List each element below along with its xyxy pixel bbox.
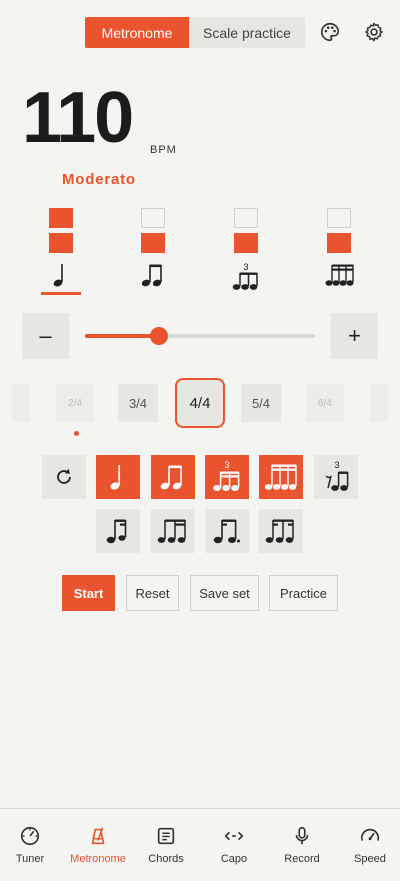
tempo-marking: Moderato (62, 171, 136, 188)
save-set-button[interactable]: Save set (190, 575, 259, 611)
accent-square[interactable] (327, 208, 351, 228)
time-signature-partial[interactable] (12, 384, 30, 422)
beat-square[interactable] (49, 233, 73, 253)
nav-capo[interactable]: Capo (201, 809, 267, 881)
bpm-unit-label: BPM (150, 144, 177, 156)
tuner-icon (20, 826, 40, 846)
rhythm-triplet[interactable]: 3 (205, 455, 249, 499)
rhythm-sixteenths[interactable] (259, 455, 303, 499)
tempo-slider-thumb[interactable] (149, 327, 168, 345)
start-button[interactable]: Start (62, 575, 115, 611)
chords-icon (157, 827, 175, 845)
time-signature-6-4[interactable]: 6/4 (306, 384, 344, 422)
beat-square[interactable] (234, 233, 258, 253)
loop-button[interactable] (42, 455, 86, 499)
selected-subdivision-indicator (41, 292, 81, 295)
time-signature-partial[interactable] (370, 384, 388, 422)
mode-switch: Metronome Scale practice (85, 17, 305, 48)
time-signature-5-4[interactable]: 5/4 (241, 384, 281, 422)
beat-column-eighths[interactable] (141, 208, 167, 258)
quarter-note-icon (110, 465, 121, 490)
nav-label: Chords (148, 853, 184, 865)
rhythm-eighth-two-sixteenths[interactable] (151, 509, 195, 553)
gear-icon[interactable] (363, 21, 385, 43)
rhythm-sixteenth-eighth-sixteenth[interactable] (259, 509, 303, 553)
sixteenth-eighth-sixteenth-icon (265, 519, 294, 543)
beat-column-quarter[interactable] (49, 208, 75, 258)
eighth-notes-icon (160, 465, 182, 490)
microphone-icon (295, 826, 309, 845)
beat-square[interactable] (327, 233, 351, 253)
tempo-slider-fill (85, 334, 159, 338)
time-signature-4-4[interactable]: 4/4 (175, 378, 225, 428)
rhythm-triplet-rest[interactable]: 3 (314, 455, 358, 499)
eighth-two-sixteenths-icon (157, 519, 186, 543)
beat-column-triplet[interactable] (234, 208, 260, 258)
nav-chords[interactable]: Chords (133, 809, 199, 881)
accent-square[interactable] (141, 208, 165, 228)
speed-icon (360, 828, 380, 841)
bpm-value: 110 (22, 78, 134, 158)
accent-square[interactable] (49, 208, 73, 228)
rhythm-eighth-rest-eighth[interactable] (96, 509, 140, 553)
triplet-rest-icon: 3 (325, 460, 349, 491)
time-signature-2-4[interactable]: 2/4 (56, 384, 94, 422)
nav-label: Capo (220, 853, 248, 865)
nav-metronome[interactable]: Metronome (65, 809, 131, 881)
time-signature-3-4[interactable]: 3/4 (118, 384, 158, 422)
svg-text:3: 3 (334, 460, 339, 470)
nav-tuner[interactable]: Tuner (0, 809, 63, 881)
nav-label: Speed (354, 853, 386, 865)
sixteenth-notes-icon[interactable] (325, 262, 355, 288)
nav-label: Metronome (70, 853, 126, 865)
beat-square[interactable] (141, 233, 165, 253)
eighth-rest-eighth-icon (106, 519, 127, 544)
tab-metronome[interactable]: Metronome (85, 17, 189, 48)
palette-icon[interactable] (319, 21, 341, 43)
rhythm-dotted-eighth-sixteenth[interactable] (205, 509, 249, 553)
metronome-icon (91, 827, 105, 845)
scroll-position-dot (74, 431, 79, 436)
triplet-icon[interactable]: 3 (232, 262, 260, 292)
nav-label: Tuner (15, 853, 45, 865)
rhythm-quarter[interactable] (96, 455, 140, 499)
rhythm-eighths[interactable] (151, 455, 195, 499)
tab-scale-practice[interactable]: Scale practice (189, 17, 305, 48)
beat-column-sixteenths[interactable] (327, 208, 353, 258)
loop-icon (57, 468, 71, 484)
nav-speed[interactable]: Speed (337, 809, 400, 881)
practice-button[interactable]: Practice (269, 575, 338, 611)
nav-label: Record (284, 853, 320, 865)
eighth-notes-icon[interactable] (141, 262, 165, 288)
bottom-navigation: Tuner Metronome Chords Capo Record Speed (0, 808, 400, 881)
sixteenth-notes-icon (264, 464, 297, 490)
quarter-note-icon[interactable] (52, 262, 70, 288)
reset-button[interactable]: Reset (126, 575, 179, 611)
decrease-tempo-button[interactable]: – (22, 313, 69, 359)
nav-record[interactable]: Record (269, 809, 335, 881)
increase-tempo-button[interactable]: + (331, 313, 378, 359)
accent-square[interactable] (234, 208, 258, 228)
svg-text:3: 3 (224, 460, 229, 470)
triplet-icon: 3 (213, 460, 240, 491)
dotted-eighth-sixteenth-icon (213, 519, 240, 544)
svg-text:3: 3 (243, 262, 248, 272)
capo-icon (224, 831, 244, 841)
